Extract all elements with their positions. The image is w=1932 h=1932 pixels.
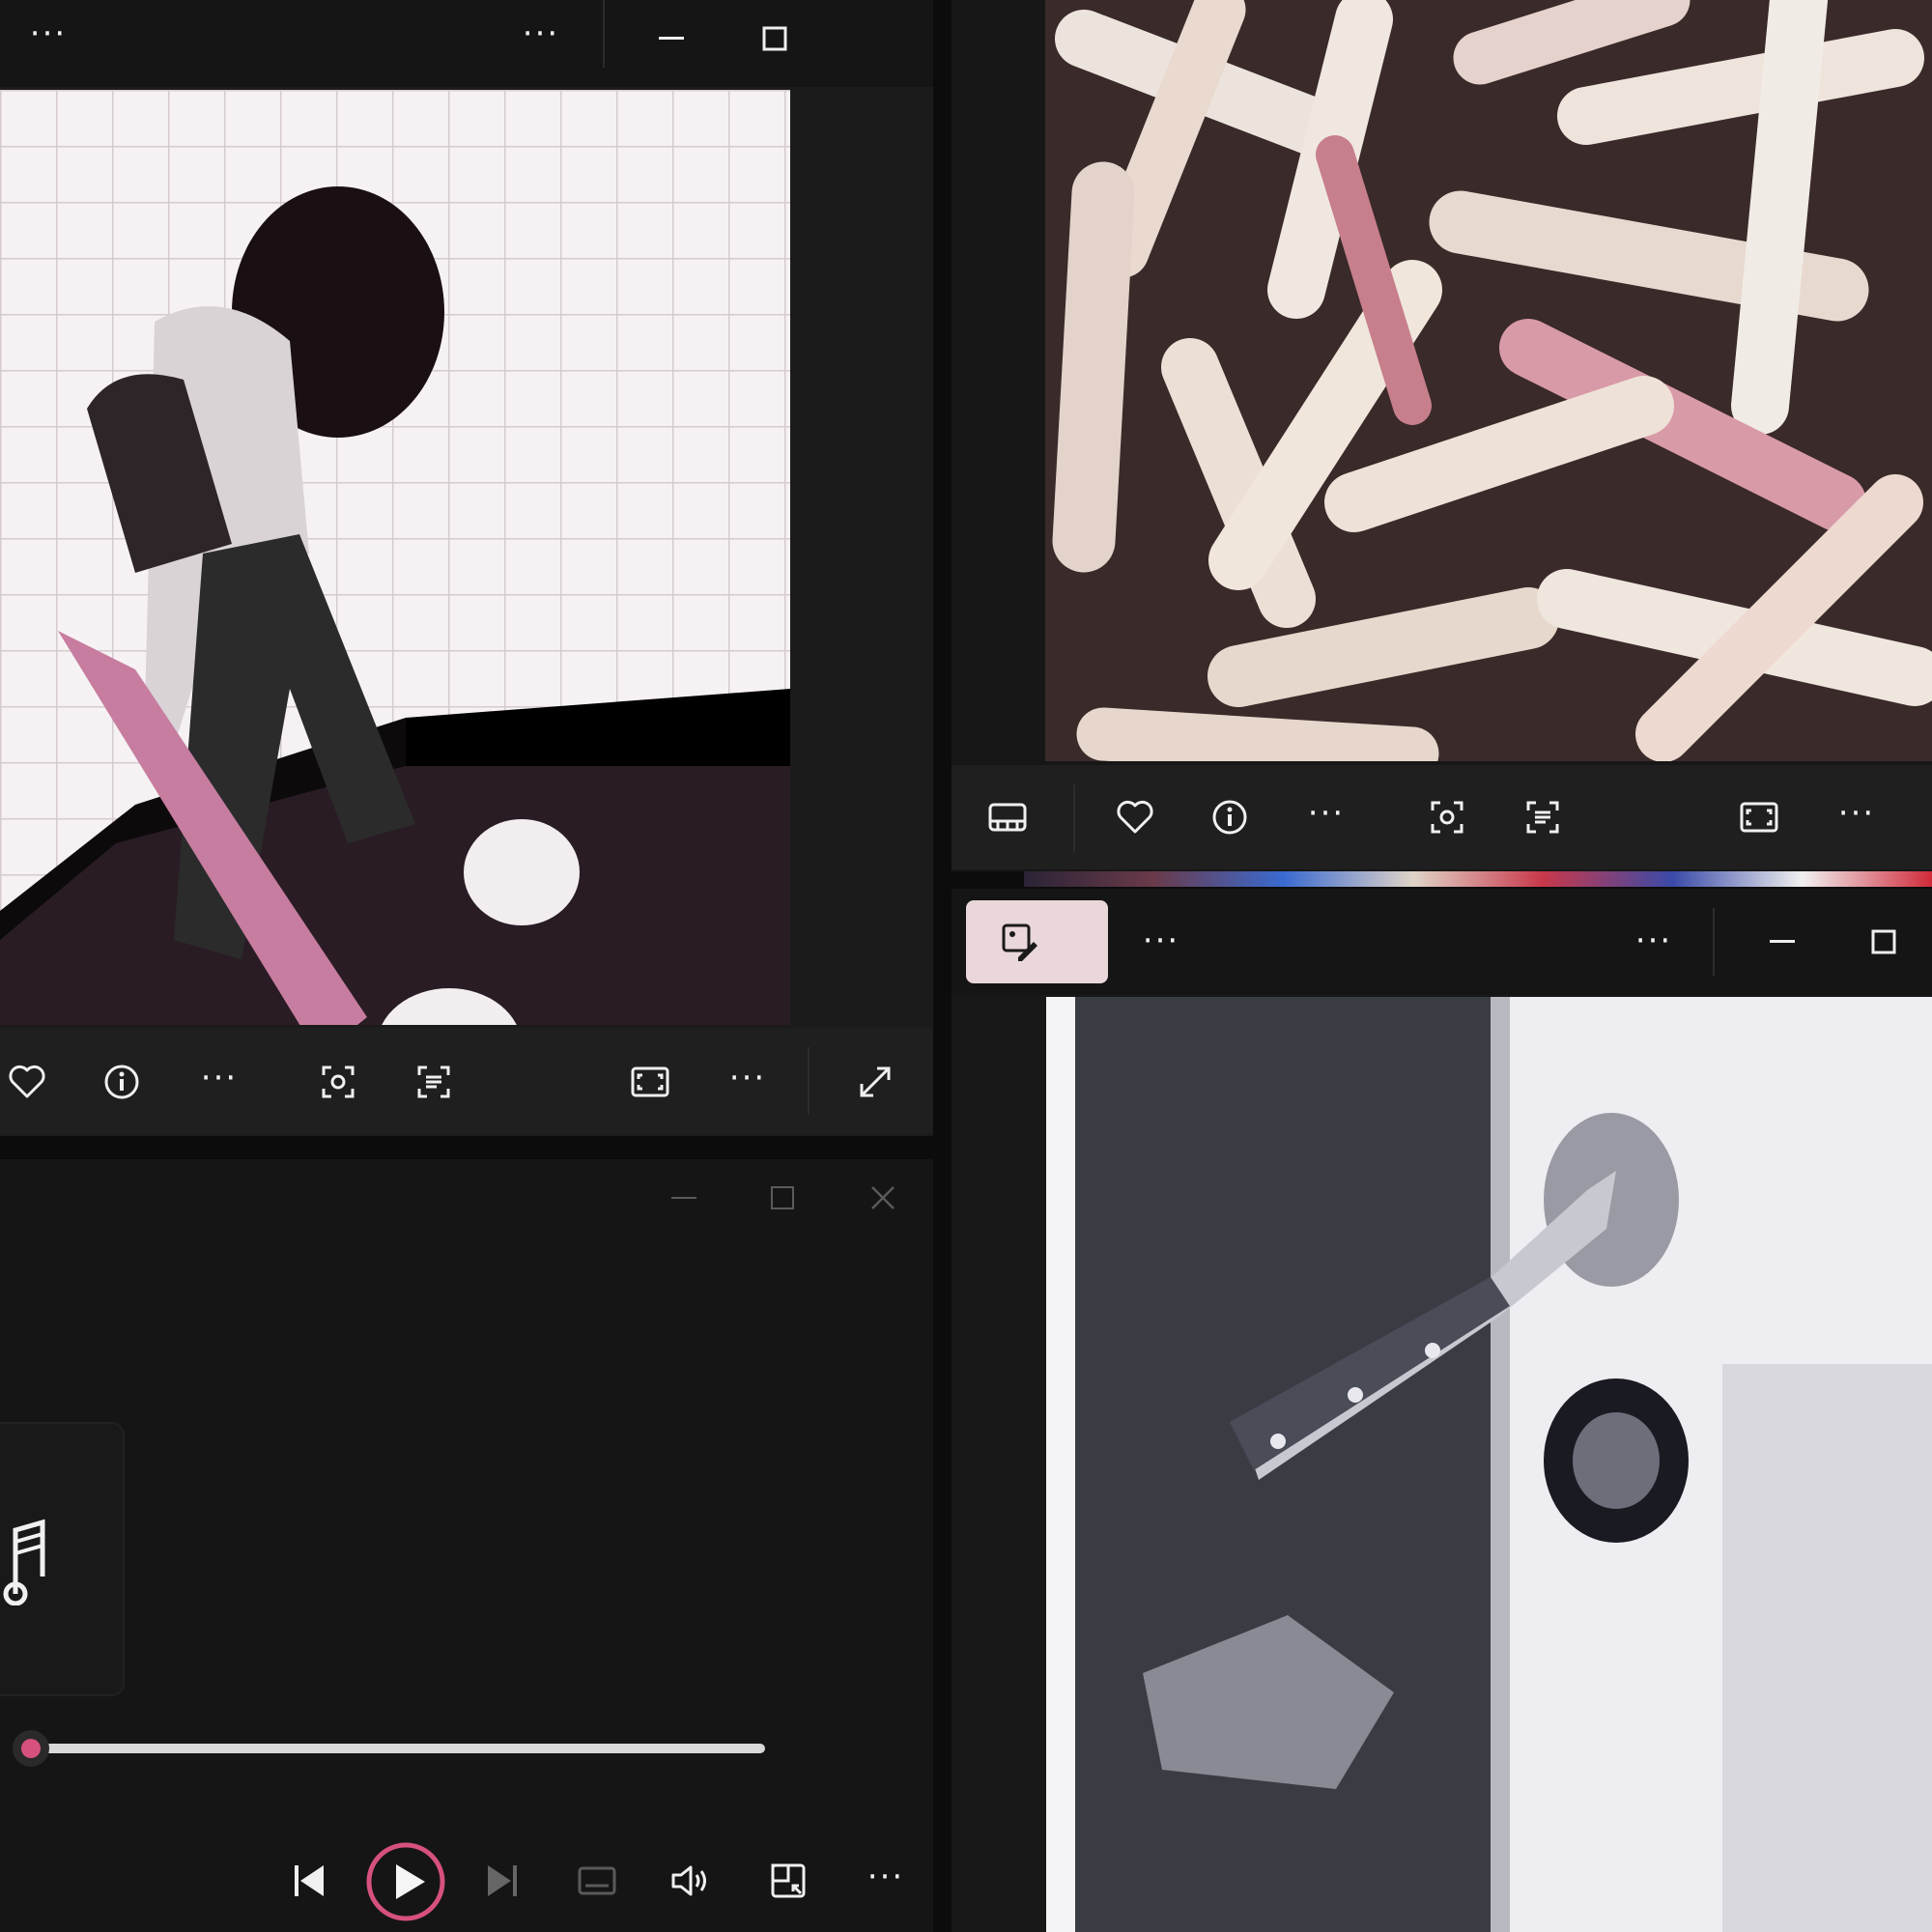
photo-knife-in-door (1046, 997, 1932, 1932)
photo-girl-in-tiled-corner (0, 90, 790, 1025)
more-options-button-2[interactable]: ··· (1623, 914, 1685, 968)
seek-thumb-dot (21, 1739, 41, 1758)
photo-toolbar: ··· ··· (952, 765, 1932, 869)
mini-player-icon (771, 1863, 806, 1898)
expand-icon (860, 1066, 891, 1097)
close-button[interactable] (854, 1174, 912, 1222)
media-player-window: ··· (0, 1159, 933, 1932)
close-icon (871, 1186, 895, 1209)
visual-search-icon (1431, 801, 1463, 834)
text-scan-button[interactable] (1516, 790, 1570, 844)
more-options-button[interactable]: ··· (1295, 786, 1357, 840)
titlebar-divider (603, 0, 605, 68)
underlying-window-strip (1024, 871, 1932, 887)
maximize-button[interactable] (1855, 915, 1913, 969)
minimize-button[interactable] (655, 1174, 713, 1222)
edit-image-button[interactable] (966, 900, 1108, 983)
visual-search-button[interactable] (1420, 790, 1474, 844)
text-scan-button[interactable] (407, 1055, 461, 1109)
visual-search-icon (322, 1065, 355, 1098)
minimize-button[interactable] (1753, 915, 1811, 969)
more-options-button-2[interactable]: ··· (1826, 786, 1888, 840)
expand-button[interactable] (848, 1055, 902, 1109)
maximize-icon (762, 26, 787, 51)
photo-toolbar: ··· ··· (0, 1028, 933, 1134)
heart-icon (9, 1065, 45, 1098)
actual-size-button[interactable] (623, 1055, 677, 1109)
minimize-icon (671, 1196, 696, 1199)
maximize-icon (771, 1186, 794, 1209)
music-note-icon (3, 1519, 45, 1605)
volume-button[interactable] (664, 1854, 718, 1908)
captions-button[interactable] (570, 1854, 624, 1908)
titlebar-divider (1713, 908, 1715, 976)
captions-icon (578, 1866, 616, 1895)
photo-cigarette-butts (1045, 0, 1932, 761)
visual-search-button[interactable] (311, 1055, 365, 1109)
mini-player-button[interactable] (761, 1854, 815, 1908)
play-icon (366, 1842, 445, 1921)
more-options-button-2[interactable]: ··· (717, 1051, 779, 1105)
more-options-button-2[interactable]: ··· (512, 10, 570, 58)
more-options-button[interactable]: ··· (1130, 914, 1192, 968)
filmstrip-button[interactable] (980, 790, 1035, 844)
seek-thumb[interactable] (13, 1730, 49, 1767)
minimize-icon (1770, 940, 1795, 943)
actual-size-icon (631, 1066, 669, 1097)
title-bar: ··· ··· (952, 889, 1932, 995)
filmstrip-icon (988, 803, 1027, 832)
next-track-button[interactable] (475, 1854, 529, 1908)
info-icon (1212, 800, 1247, 835)
favorite-button[interactable] (0, 1055, 54, 1109)
next-icon (488, 1865, 517, 1896)
info-icon (104, 1065, 139, 1099)
seek-bar[interactable] (13, 1730, 765, 1767)
toolbar-divider (1073, 784, 1075, 852)
text-scan-icon (1526, 801, 1559, 834)
heart-icon (1117, 800, 1153, 834)
photo-viewer-window-knife: ··· ··· (952, 889, 1932, 1932)
play-button[interactable] (365, 1841, 446, 1922)
photo-viewer-window-girl: ··· ··· ··· ··· (0, 0, 933, 1136)
album-art-placeholder (0, 1422, 125, 1696)
more-options-button[interactable]: ··· (188, 1051, 250, 1105)
title-bar: ··· ··· (0, 0, 933, 87)
info-button[interactable] (1203, 790, 1257, 844)
more-options-button[interactable]: ··· (19, 10, 77, 58)
volume-icon (671, 1865, 706, 1896)
text-scan-icon (417, 1065, 450, 1098)
maximize-button[interactable] (753, 1174, 811, 1222)
more-options-button[interactable]: ··· (855, 1850, 917, 1904)
actual-size-icon (1740, 802, 1778, 833)
actual-size-button[interactable] (1732, 790, 1786, 844)
toolbar-divider (808, 1047, 810, 1115)
maximize-icon (1871, 929, 1896, 954)
favorite-button[interactable] (1108, 790, 1162, 844)
previous-track-button[interactable] (282, 1854, 336, 1908)
edit-image-icon (1002, 923, 1037, 961)
maximize-button[interactable] (746, 14, 804, 63)
minimize-button[interactable] (642, 14, 700, 63)
minimize-icon (659, 37, 684, 40)
info-button[interactable] (95, 1055, 149, 1109)
previous-icon (295, 1865, 324, 1896)
photo-viewer-window-cigarettes: ··· ··· (952, 0, 1932, 871)
